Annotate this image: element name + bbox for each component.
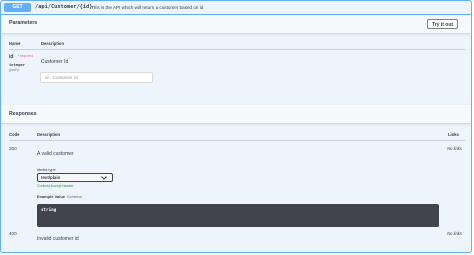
example-value-text: string	[41, 207, 57, 212]
param-location: (path)	[9, 68, 19, 72]
param-description: Customer Id	[41, 59, 69, 65]
param-type: integer	[9, 62, 26, 67]
parameters-divider	[9, 49, 465, 50]
response-code: 200	[9, 146, 17, 151]
endpoint-path: /api/Customer/{id}	[35, 4, 93, 10]
param-required: * required	[18, 54, 33, 58]
example-value-tab[interactable]: Example Value	[37, 194, 65, 199]
operation-block: GET /api/Customer/{id} This is the API w…	[0, 0, 472, 253]
response-description: Invalid customer id	[37, 236, 79, 242]
responses-divider	[9, 140, 465, 141]
accept-header-note: Controls Accept header.	[37, 184, 75, 188]
id-input[interactable]: id - Customer Id	[40, 72, 153, 83]
response-links: No links	[447, 146, 462, 151]
parameters-header: Parameters Try it out	[1, 15, 471, 33]
response-code: 400	[9, 231, 17, 236]
col-name-header: Name	[9, 41, 21, 46]
parameters-title: Parameters	[9, 20, 38, 26]
endpoint-summary: This is the API which will return a cust…	[91, 4, 204, 10]
schema-tab[interactable]: Schema	[67, 194, 82, 199]
media-type-value: text/plain	[41, 175, 61, 180]
operation-summary[interactable]: GET /api/Customer/{id} This is the API w…	[1, 1, 471, 15]
media-type-label: Media type	[37, 168, 56, 172]
response-links: No links	[447, 231, 462, 236]
response-description: A valid customer	[37, 151, 74, 157]
col-description-header: Description	[41, 41, 65, 46]
media-type-select[interactable]: text/plain	[37, 173, 113, 182]
param-name: id	[9, 54, 14, 60]
http-method-badge: GET	[4, 3, 31, 12]
col-response-description-header: Description	[37, 132, 61, 137]
col-links-header: Links	[448, 132, 459, 137]
col-code-header: Code	[9, 132, 20, 137]
try-it-out-button[interactable]: Try it out	[427, 19, 458, 29]
chevron-down-icon	[101, 176, 107, 180]
example-value-box: string	[37, 204, 439, 227]
responses-title: Responses	[9, 111, 37, 117]
responses-header: Responses	[1, 105, 471, 123]
